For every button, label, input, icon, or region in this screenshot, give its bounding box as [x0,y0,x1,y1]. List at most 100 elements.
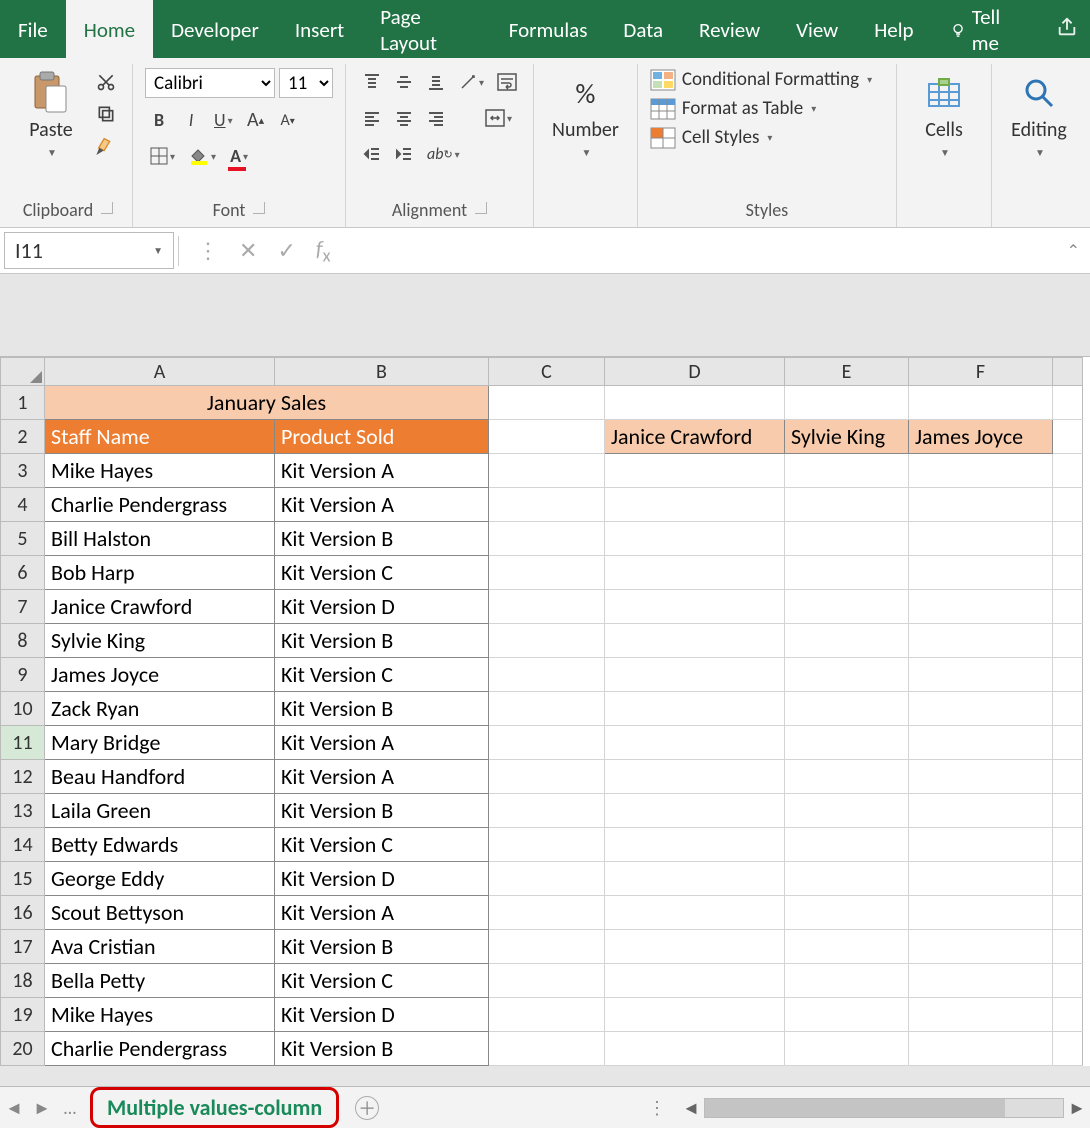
cell[interactable] [489,998,605,1032]
cell[interactable] [785,386,909,420]
cell[interactable] [785,794,909,828]
cell[interactable] [909,760,1053,794]
cell[interactable] [909,488,1053,522]
row-header[interactable]: 6 [1,556,45,590]
cell[interactable] [1053,624,1083,658]
col-header-e[interactable]: E [785,358,909,386]
cell-product[interactable]: Kit Version B [275,794,489,828]
cell[interactable] [909,998,1053,1032]
row-header[interactable]: 19 [1,998,45,1032]
row-header[interactable]: 10 [1,692,45,726]
dots-icon[interactable]: ⋮ [197,237,219,264]
cell[interactable] [605,454,785,488]
cell-product[interactable]: Kit Version B [275,624,489,658]
cell[interactable] [489,862,605,896]
cell[interactable] [605,386,785,420]
fill-color-button[interactable]: ▾ [184,142,221,170]
cell-staff[interactable]: Laila Green [45,794,275,828]
cell[interactable] [1053,726,1083,760]
decrease-font-button[interactable]: A▾ [274,106,302,134]
lookup-cell[interactable]: James Joyce [909,420,1053,454]
cancel-icon[interactable]: ✕ [239,237,257,264]
cell[interactable] [1053,692,1083,726]
tab-home[interactable]: Home [66,0,153,58]
cell[interactable] [785,522,909,556]
cell-staff[interactable]: George Eddy [45,862,275,896]
conditional-formatting-button[interactable]: Conditional Formatting▾ [650,68,872,91]
cell[interactable] [1053,590,1083,624]
tab-file[interactable]: File [0,0,66,58]
cell[interactable] [605,828,785,862]
align-left-button[interactable] [358,104,386,132]
cell[interactable] [489,760,605,794]
merge-button[interactable]: ▾ [480,104,517,132]
cell[interactable] [489,964,605,998]
align-right-button[interactable] [422,104,450,132]
cell-staff[interactable]: Mary Bridge [45,726,275,760]
decrease-indent-button[interactable] [358,140,386,168]
col-header-b[interactable]: B [275,358,489,386]
cell-product[interactable]: Kit Version D [275,998,489,1032]
cell[interactable] [785,760,909,794]
cell[interactable] [909,522,1053,556]
cell-product[interactable]: Kit Version A [275,760,489,794]
spreadsheet-grid[interactable]: A B C D E F 1 January Sales 2 Staff Name… [0,356,1090,1066]
fx-icon[interactable]: fx [316,235,331,266]
cell[interactable] [785,862,909,896]
row-header[interactable]: 3 [1,454,45,488]
new-sheet-button[interactable]: ＋ [355,1096,379,1120]
cell[interactable] [785,624,909,658]
cells-button[interactable]: Cells ▼ [909,68,979,163]
lookup-cell[interactable]: Janice Crawford [605,420,785,454]
cell-staff[interactable]: Charlie Pendergrass [45,1032,275,1066]
cell-product[interactable]: Kit Version C [275,828,489,862]
row-header[interactable]: 20 [1,1032,45,1066]
cell[interactable] [785,692,909,726]
row-header[interactable]: 1 [1,386,45,420]
cell[interactable] [909,624,1053,658]
cell[interactable] [1053,488,1083,522]
cell-product[interactable]: Kit Version A [275,488,489,522]
editing-button[interactable]: Editing ▼ [1004,68,1074,163]
cell[interactable] [909,930,1053,964]
bold-button[interactable]: B [145,106,173,134]
cell-staff[interactable]: Betty Edwards [45,828,275,862]
cell[interactable] [1053,556,1083,590]
cell-product[interactable]: Kit Version C [275,964,489,998]
cell[interactable] [785,828,909,862]
paste-button[interactable]: Paste ▼ [16,68,86,163]
cell-product[interactable]: Kit Version B [275,1032,489,1066]
cell[interactable] [489,590,605,624]
cell[interactable] [605,896,785,930]
cell-staff[interactable]: Bob Harp [45,556,275,590]
cell-product[interactable]: Kit Version A [275,726,489,760]
col-header-d[interactable]: D [605,358,785,386]
align-bottom-button[interactable] [422,68,450,96]
cell[interactable] [1053,794,1083,828]
cell[interactable] [489,794,605,828]
cell[interactable] [605,930,785,964]
share-icon[interactable] [1044,0,1090,58]
cell[interactable] [1053,420,1083,454]
cell[interactable] [489,828,605,862]
scroll-thumb[interactable] [705,1099,1005,1117]
sheet-nav-more[interactable]: … [56,1097,84,1119]
cell-staff[interactable]: Sylvie King [45,624,275,658]
cell[interactable] [605,488,785,522]
cell[interactable] [785,658,909,692]
cell[interactable] [909,590,1053,624]
increase-indent-button[interactable] [390,140,418,168]
tab-developer[interactable]: Developer [153,0,277,58]
cell[interactable] [489,896,605,930]
cell-product[interactable]: Kit Version A [275,896,489,930]
cell[interactable] [1053,930,1083,964]
cell[interactable] [909,828,1053,862]
cell-product[interactable]: Kit Version B [275,930,489,964]
col-header-f[interactable]: F [909,358,1053,386]
cell[interactable] [605,590,785,624]
cell[interactable] [1053,998,1083,1032]
cell[interactable] [605,998,785,1032]
tell-me[interactable]: Tell me [932,0,1044,58]
cell-staff[interactable]: Janice Crawford [45,590,275,624]
row-header[interactable]: 16 [1,896,45,930]
